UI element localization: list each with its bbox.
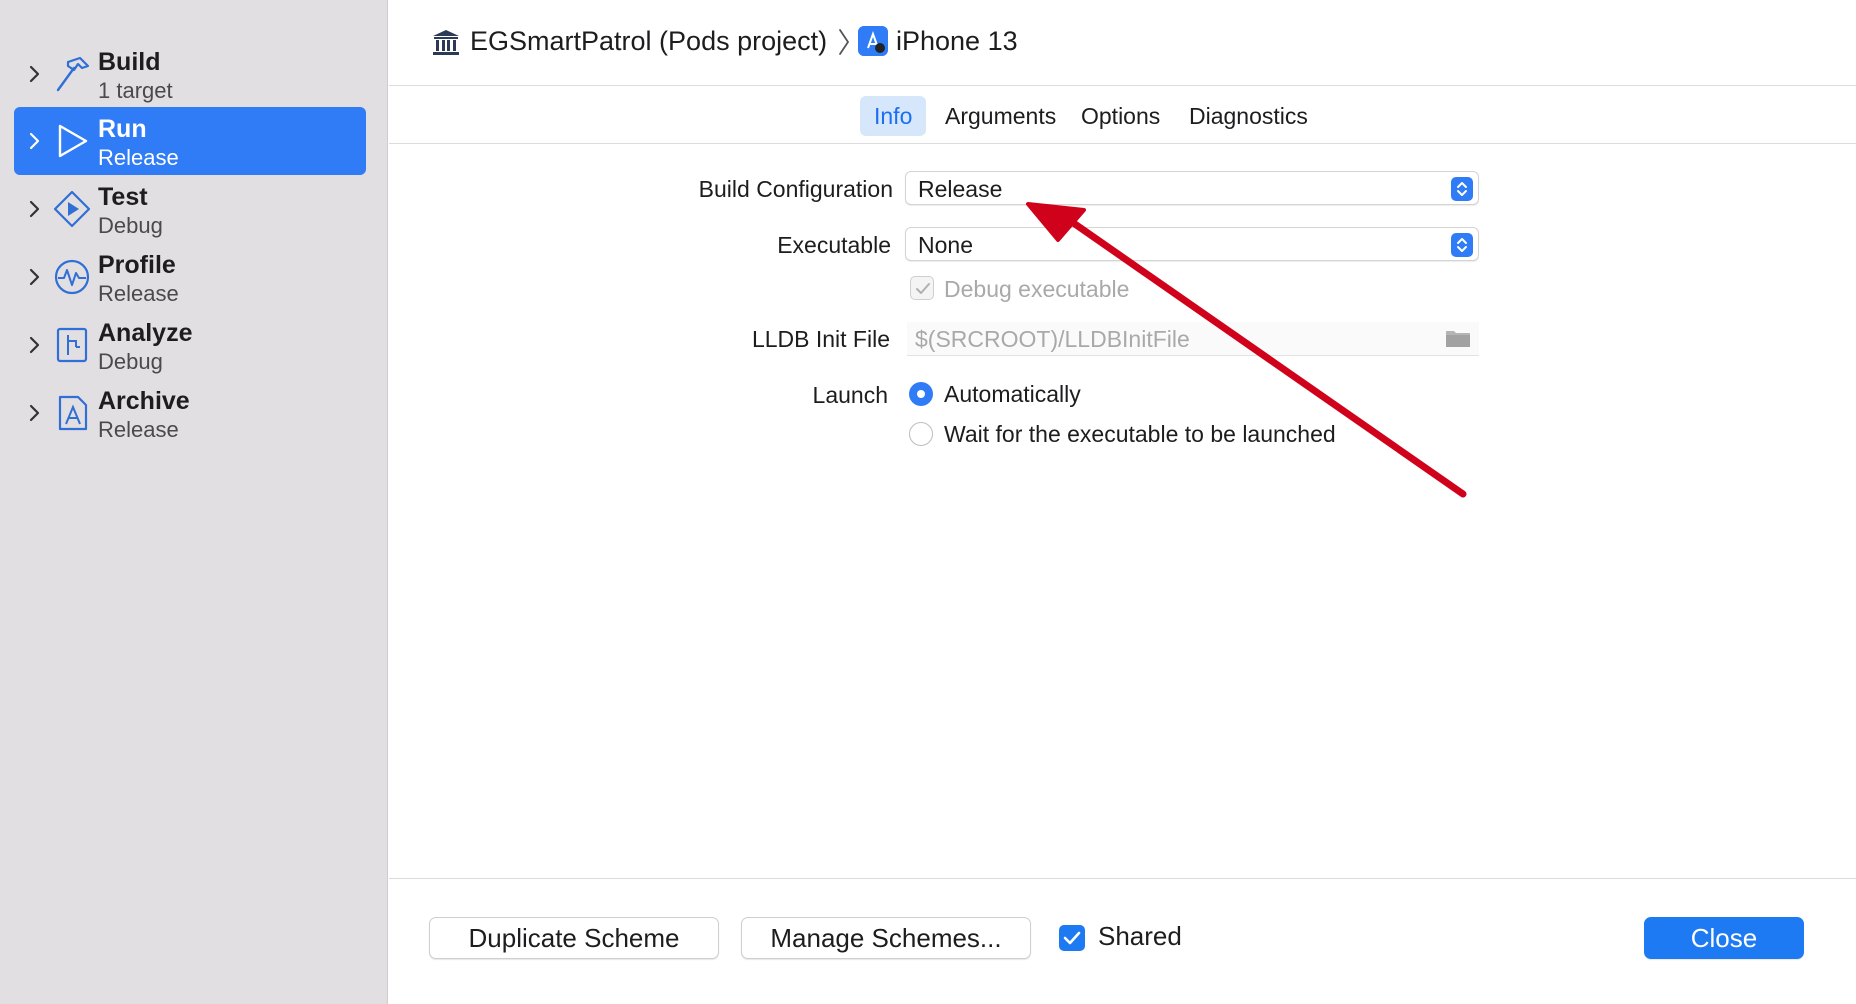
action-config: Release (98, 417, 179, 442)
action-config: Release (98, 281, 179, 306)
chevron-right-icon[interactable] (27, 64, 43, 84)
sidebar-item-archive[interactable]: Archive Release (14, 379, 366, 447)
checkmark-icon (916, 283, 930, 294)
sidebar-item-profile[interactable]: Profile Release (14, 243, 366, 311)
project-pillars-icon (433, 30, 459, 55)
chevron-right-icon[interactable] (27, 199, 43, 219)
hammer-icon (56, 56, 90, 92)
popup-arrows-icon (1451, 233, 1473, 257)
build-configuration-popup[interactable]: Release (905, 171, 1479, 205)
tab-arguments[interactable]: Arguments (931, 96, 1070, 136)
chevron-right-icon[interactable] (27, 267, 43, 287)
test-diamond-icon (53, 190, 91, 228)
action-config: Debug (98, 349, 163, 374)
sidebar-item-analyze[interactable]: Analyze Debug (14, 311, 366, 379)
footer-bar: Duplicate Scheme Manage Schemes... Share… (389, 878, 1856, 1004)
debug-executable-label: Debug executable (944, 276, 1130, 302)
executable-popup[interactable]: None (905, 227, 1479, 261)
close-button[interactable]: Close (1644, 917, 1804, 959)
sidebar-item-run[interactable]: Run Release (14, 107, 366, 175)
lldb-init-file-label: LLDB Init File (751, 326, 890, 352)
scheme-detail-panel: EGSmartPatrol (Pods project) iPhone 13 I… (389, 0, 1856, 1004)
lldb-init-file-placeholder: $(SRCROOT)/LLDBInitFile (915, 326, 1190, 352)
lldb-init-file-field[interactable]: $(SRCROOT)/LLDBInitFile (907, 322, 1479, 356)
launch-automatically-radio[interactable] (909, 382, 933, 406)
analyze-doc-icon (56, 327, 88, 363)
launch-label: Launch (812, 382, 888, 408)
manage-schemes-button[interactable]: Manage Schemes... (741, 917, 1031, 959)
sidebar-item-build[interactable]: Build 1 target (14, 40, 366, 108)
action-config: Release (98, 145, 179, 170)
breadcrumb-separator-icon (839, 29, 850, 55)
build-configuration-label: Build Configuration (698, 176, 893, 202)
executable-label: Executable (777, 232, 891, 258)
tab-info[interactable]: Info (860, 96, 927, 136)
executable-value: None (918, 232, 973, 258)
tab-diagnostics[interactable]: Diagnostics (1175, 96, 1322, 136)
debug-executable-checkbox[interactable] (910, 276, 934, 300)
chevron-right-icon[interactable] (27, 403, 43, 423)
waveform-gauge-icon (54, 259, 90, 295)
action-name: Archive (98, 387, 190, 415)
chevron-right-icon[interactable] (27, 131, 43, 151)
action-name: Run (98, 115, 147, 143)
action-name: Test (98, 183, 148, 211)
checkmark-icon (1063, 931, 1081, 945)
scheme-actions-sidebar: Build 1 target Run Release Test Debug Pr… (0, 0, 388, 1004)
breadcrumb: EGSmartPatrol (Pods project) iPhone 13 (389, 0, 1856, 86)
breadcrumb-project[interactable]: EGSmartPatrol (Pods project) (470, 26, 827, 57)
action-config: 1 target (98, 78, 173, 103)
action-name: Profile (98, 251, 176, 279)
sidebar-item-test[interactable]: Test Debug (14, 175, 366, 243)
tab-options[interactable]: Options (1067, 96, 1174, 136)
breadcrumb-device[interactable]: iPhone 13 (896, 26, 1018, 57)
shared-label[interactable]: Shared (1098, 921, 1182, 952)
play-outline-icon (58, 124, 88, 158)
folder-icon[interactable] (1445, 328, 1471, 348)
launch-wait-label[interactable]: Wait for the executable to be launched (944, 421, 1336, 448)
popup-arrows-icon (1451, 177, 1473, 201)
build-configuration-value: Release (918, 176, 1003, 202)
chevron-right-icon[interactable] (27, 335, 43, 355)
tab-bar: Info Arguments Options Diagnostics (389, 86, 1856, 144)
duplicate-scheme-button[interactable]: Duplicate Scheme (429, 917, 719, 959)
action-name: Build (98, 48, 161, 76)
launch-wait-radio[interactable] (909, 422, 933, 446)
archive-app-icon (58, 395, 88, 431)
scheme-editor-window: Build 1 target Run Release Test Debug Pr… (0, 0, 1856, 1004)
action-config: Debug (98, 213, 163, 238)
launch-automatically-label[interactable]: Automatically (944, 381, 1081, 408)
action-name: Analyze (98, 319, 193, 347)
app-target-icon (858, 26, 888, 56)
shared-checkbox[interactable] (1059, 925, 1085, 951)
